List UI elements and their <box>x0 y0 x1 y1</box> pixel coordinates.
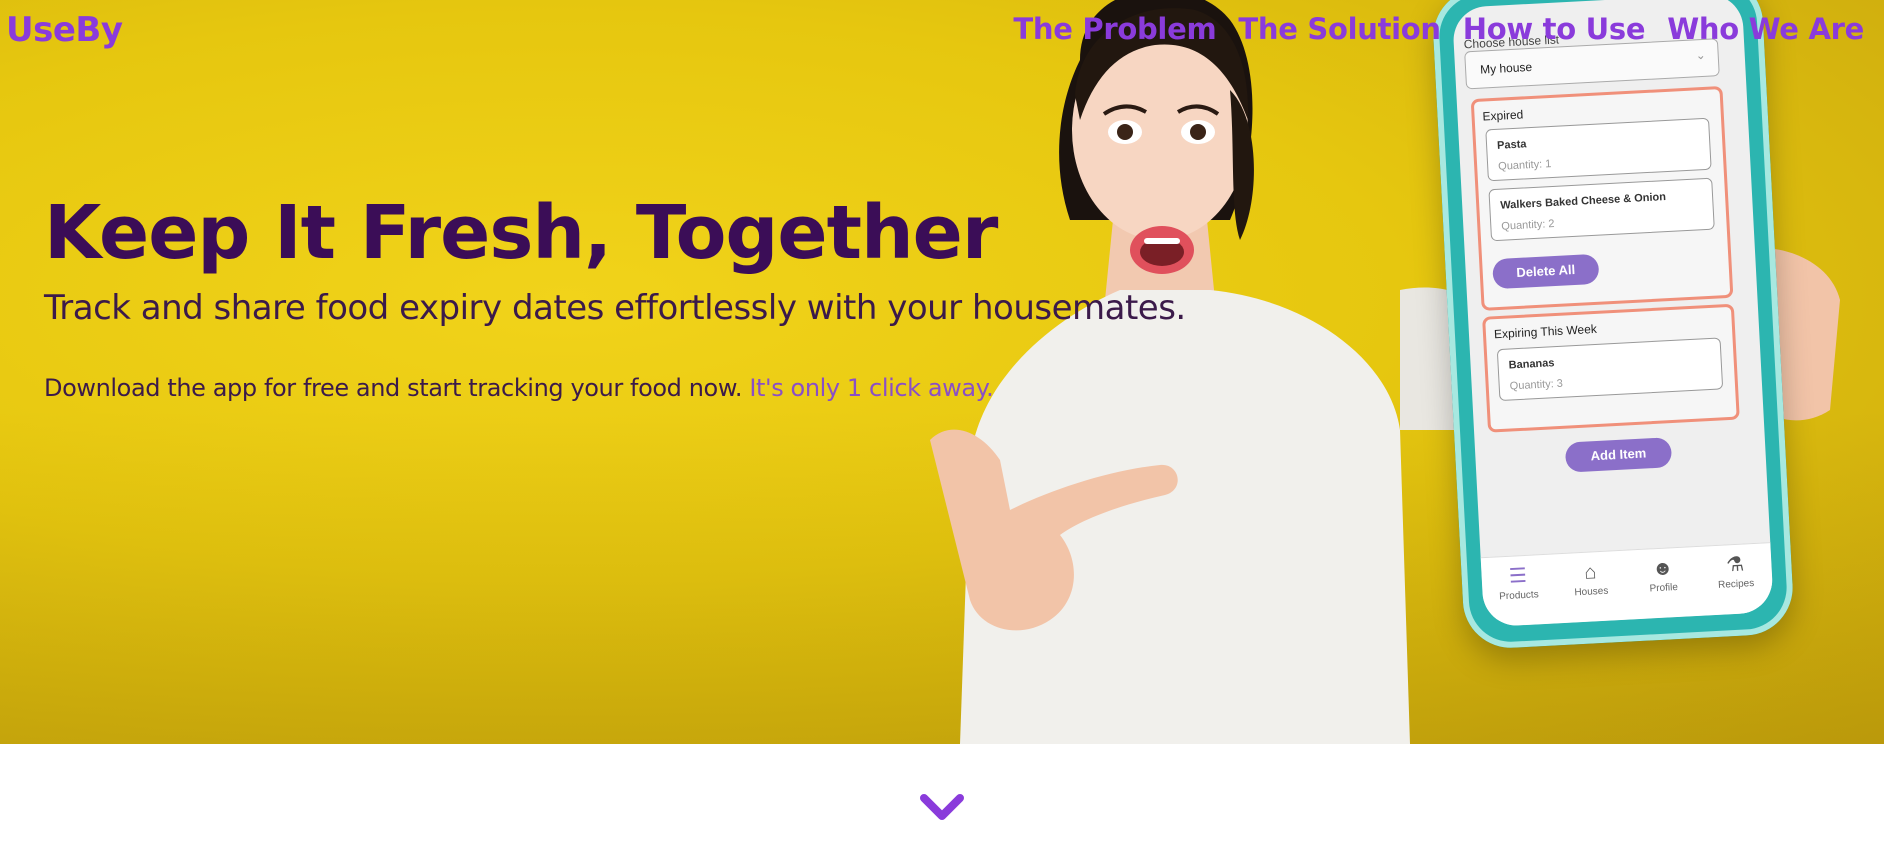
nav-link-how-to-use[interactable]: How to Use <box>1463 12 1646 46</box>
list-icon: ☰ <box>1508 564 1528 588</box>
item-name: Pasta <box>1496 138 1527 152</box>
chevron-down-icon[interactable] <box>918 790 966 824</box>
list-item[interactable]: Bananas Quantity: 3 <box>1496 337 1724 402</box>
nav-link-problem[interactable]: The Problem <box>1013 12 1216 46</box>
expired-title: Expired <box>1482 107 1524 124</box>
nav-link-solution[interactable]: The Solution <box>1238 12 1441 46</box>
fork-knife-icon: ⚗ <box>1725 553 1745 577</box>
delete-all-button[interactable]: Delete All <box>1492 253 1600 290</box>
tab-recipes[interactable]: ⚗ Recipes <box>1705 551 1767 591</box>
item-name: Bananas <box>1508 357 1555 372</box>
chevron-down-icon: ⌄ <box>1695 47 1707 63</box>
phone-mockup: Choose house list My house ⌄ Expired Pas… <box>1430 0 1796 651</box>
home-icon: ⌂ <box>1583 561 1597 584</box>
person-icon: ☻ <box>1651 557 1674 581</box>
brand-logo[interactable]: UseBy <box>6 10 123 50</box>
hero-section: Choose house list My house ⌄ Expired Pas… <box>0 0 1884 744</box>
tab-label: Profile <box>1649 581 1679 595</box>
expiring-week-title: Expiring This Week <box>1493 321 1598 342</box>
tab-products[interactable]: ☰ Products <box>1487 563 1549 603</box>
tab-profile[interactable]: ☻ Profile <box>1632 555 1694 595</box>
list-item[interactable]: Walkers Baked Cheese & Onion Quantity: 2 <box>1488 177 1715 242</box>
list-item[interactable]: Pasta Quantity: 1 <box>1485 117 1712 182</box>
tab-label: Houses <box>1574 585 1609 599</box>
hero-subhead: Track and share food expiry dates effort… <box>44 288 1186 328</box>
item-name: Walkers Baked Cheese & Onion <box>1499 191 1667 212</box>
download-link[interactable]: It's only 1 click away. <box>749 374 993 402</box>
expired-section: Expired Pasta Quantity: 1 Walkers Baked … <box>1470 85 1734 311</box>
item-quantity: Quantity: 3 <box>1509 377 1564 393</box>
hero-headline: Keep It Fresh, Together <box>44 190 998 276</box>
main-nav: The Problem The Solution How to Use Who … <box>1013 12 1864 46</box>
tab-houses[interactable]: ⌂ Houses <box>1560 559 1622 599</box>
house-select-value: My house <box>1479 59 1533 77</box>
expiring-week-section: Expiring This Week Bananas Quantity: 3 <box>1482 303 1740 433</box>
add-item-button[interactable]: Add Item <box>1564 437 1673 473</box>
hero-cta: Download the app for free and start trac… <box>44 374 994 402</box>
cta-text: Download the app for free and start trac… <box>44 374 743 402</box>
phone-tab-bar: ☰ Products ⌂ Houses ☻ Profile ⚗ Recipes <box>1480 542 1774 628</box>
item-quantity: Quantity: 2 <box>1501 217 1555 233</box>
phone-screen: Choose house list My house ⌄ Expired Pas… <box>1451 0 1774 628</box>
nav-link-who-we-are[interactable]: Who We Are <box>1667 12 1864 46</box>
tab-label: Recipes <box>1717 577 1755 591</box>
tab-label: Products <box>1498 589 1539 603</box>
item-quantity: Quantity: 1 <box>1497 158 1552 173</box>
